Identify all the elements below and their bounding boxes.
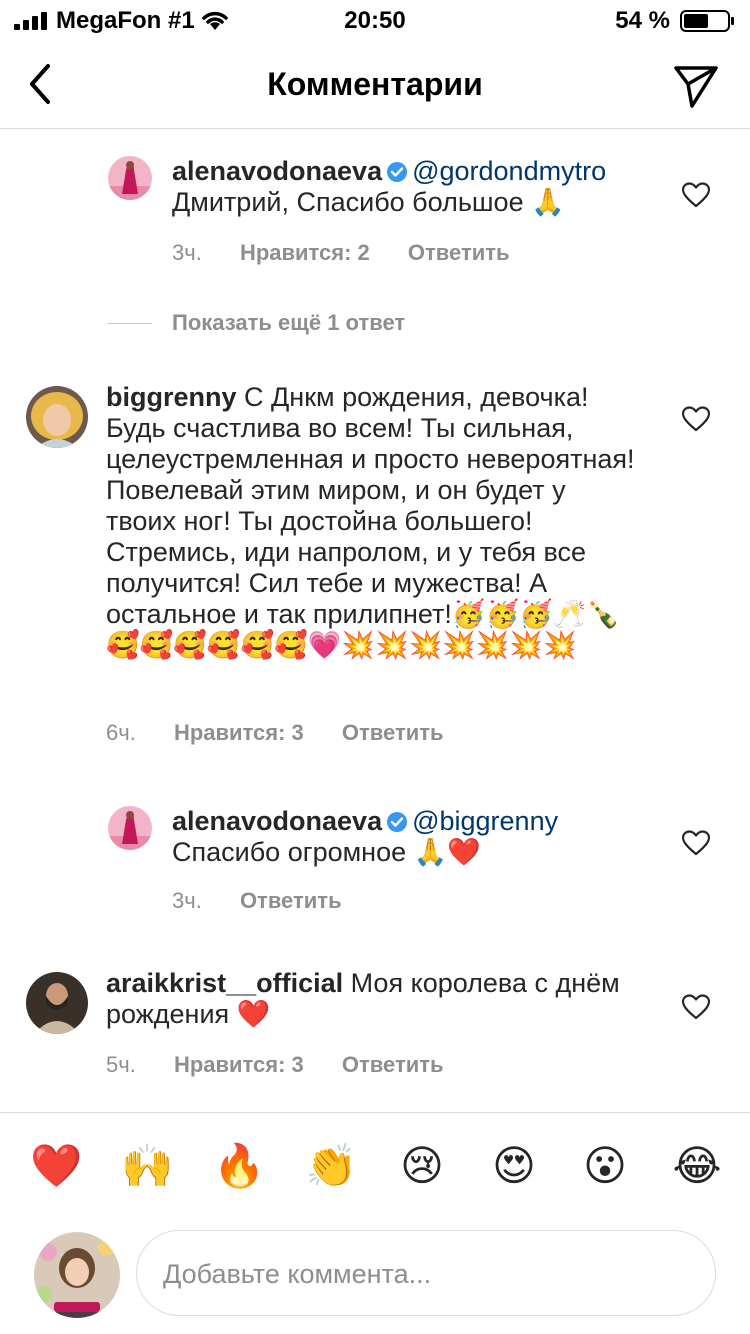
comment-username[interactable]: alenavodonaeva [172,806,382,836]
like-heart-icon[interactable] [682,830,710,856]
emoji-fire-button[interactable]: 🔥 [213,1141,265,1191]
comment-input-container[interactable] [136,1230,716,1317]
comment-likes[interactable]: Нравится: 3 [174,1052,304,1077]
emoji-clapping-button[interactable]: 👏 [305,1141,357,1191]
emoji-quick-bar: ❤️ 🙌 🔥 👏 😢 😍 😮 😂 [0,1112,750,1223]
comment-time: 6ч. [106,720,136,745]
comment-time: 5ч. [106,1052,136,1077]
comment-likes[interactable]: Нравится: 2 [240,240,370,265]
verified-badge-icon [387,812,408,832]
comment-likes[interactable]: Нравится: 3 [174,720,304,745]
my-avatar [34,1232,120,1318]
reply-button[interactable]: Ответить [408,240,510,265]
reply-button[interactable]: Ответить [240,888,342,913]
emoji-surprised-button[interactable]: 😮 [580,1141,630,1191]
comment-text: Спасибо огромное 🙏❤️ [172,837,481,867]
emoji-laughing-button[interactable]: 😂 [672,1141,722,1191]
comment-username[interactable]: biggrenny [106,382,237,412]
comment-input-row [0,1222,750,1334]
comment-body: araikkrist__official Моя королева с днём… [106,968,626,1030]
direct-send-icon[interactable] [672,62,720,110]
like-heart-icon[interactable] [682,406,710,432]
avatar[interactable] [108,156,152,200]
comment-meta: 3ч. Нравится: 2 Ответить [172,240,542,266]
comment-text: Дмитрий, Спасибо большое 🙏 [172,187,565,217]
comment-meta: 3ч. Ответить [172,888,374,914]
like-heart-icon[interactable] [682,182,710,208]
battery-percent: 54 % [615,7,670,34]
comment-username[interactable]: alenavodonaeva [172,156,382,186]
avatar[interactable] [26,386,88,448]
page-title: Комментарии [267,66,483,102]
comment-meta: 6ч. Нравится: 3 Ответить [106,720,476,746]
divider [108,323,152,324]
comment-input[interactable] [161,1231,685,1317]
emoji-heart-eyes-button[interactable]: 😍 [489,1141,539,1191]
emoji-crying-button[interactable]: 😢 [397,1141,447,1191]
avatar[interactable] [108,806,152,850]
header: Комментарии [0,44,750,129]
comment-body: alenavodonaeva @gordondmytro Дмитрий, Спа… [172,156,652,218]
comment-mention[interactable]: @biggrenny [412,806,558,836]
comment-username[interactable]: araikkrist__official [106,968,343,998]
comment-body: alenavodonaeva @biggrenny Спасибо огромно… [172,806,652,868]
comment-body: biggrenny С Днкм рождения, девочка! Будь… [106,382,636,661]
comment-meta: 5ч. Нравится: 3 Ответить [106,1052,476,1078]
reply-button[interactable]: Ответить [342,720,444,745]
show-more-replies-label[interactable]: Показать ещё 1 ответ [172,310,405,336]
comment-mention[interactable]: @gordondmytro [412,156,606,186]
battery-icon [680,10,734,32]
comment-time: 3ч. [172,240,202,265]
comment-text: С Днкм рождения, девочка! Будь счастлива… [106,382,635,660]
emoji-heart-button[interactable]: ❤️ [30,1141,82,1191]
comment-time: 3ч. [172,888,202,913]
like-heart-icon[interactable] [682,994,710,1020]
status-bar: MegaFon #1 20:50 54 % [0,0,750,42]
reply-button[interactable]: Ответить [342,1052,444,1077]
avatar[interactable] [26,972,88,1034]
verified-badge-icon [387,162,408,182]
emoji-raised-hands-button[interactable]: 🙌 [121,1141,173,1191]
